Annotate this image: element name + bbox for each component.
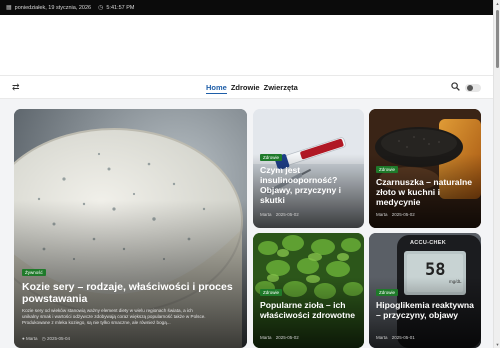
post-card[interactable]: Zdrowie Czym jest insulinooporność? Obja… <box>253 109 364 228</box>
post-title[interactable]: Czarnuszka – naturalne złoto w kuchni i … <box>376 177 480 208</box>
featured-post-title[interactable]: Kozie sery – rodzaje, właściwości i proc… <box>22 281 237 305</box>
post-title[interactable]: Hipoglikemia reaktywna – przyczyny, obja… <box>376 300 480 321</box>
scrollbar-thumb[interactable] <box>496 10 499 68</box>
excerpt-line: Produkowane z mleka koziego, są nie tylk… <box>22 320 171 326</box>
calendar-icon: ▦ <box>6 5 12 11</box>
post-date: 2025-05-04 <box>46 336 70 341</box>
category-badge[interactable]: Zdrowie <box>376 166 399 173</box>
main-navigation: ⇄ Home Zdrowie Zwierzęta <box>0 75 493 99</box>
post-date: 2025-05-02 <box>275 212 299 217</box>
page-scrollbar[interactable]: ▲ ▼ <box>493 0 500 348</box>
post-meta: Marta 2025-05-01 <box>376 335 415 340</box>
category-badge[interactable]: Zdrowie <box>376 289 399 296</box>
category-badge[interactable]: Zdrowie <box>260 289 283 296</box>
category-badge[interactable]: Zdrowie <box>260 154 283 161</box>
clock-icon: ◷ <box>41 336 46 341</box>
nav-item-home[interactable]: Home <box>206 83 227 94</box>
post-meta: Marta 2025-05-02 <box>260 335 299 340</box>
post-date: 2025-05-01 <box>391 335 415 340</box>
post-author[interactable]: Marta <box>376 212 388 217</box>
post-author[interactable]: Marta <box>260 335 272 340</box>
post-title[interactable]: Popularne zioła – ich właściwości zdrowo… <box>260 300 364 321</box>
shuffle-icon[interactable]: ⇄ <box>12 82 20 93</box>
post-author[interactable]: Marta <box>260 212 272 217</box>
nav-menu: Home Zdrowie Zwierzęta <box>206 83 298 94</box>
post-author[interactable]: Marta <box>376 335 388 340</box>
post-date: 2025-05-02 <box>275 335 299 340</box>
category-badge[interactable]: Żywność <box>22 269 46 276</box>
featured-post-meta: ● Marta ◷ 2025-05-04 <box>22 336 70 342</box>
scroll-down-arrow[interactable]: ▼ <box>495 342 500 347</box>
post-date: 2025-05-02 <box>391 212 415 217</box>
scroll-up-arrow[interactable]: ▲ <box>495 1 500 6</box>
glucometer-brand: ACCU-CHEK <box>410 240 447 246</box>
nav-item-zdrowie[interactable]: Zdrowie <box>231 83 260 94</box>
top-bar-time: 5:41:57 PM <box>106 4 135 11</box>
featured-post-card[interactable]: Żywność Kozie sery – rodzaje, właściwośc… <box>14 109 247 348</box>
featured-post-excerpt: Kozie sery od wieków stanowią ważny elem… <box>22 308 247 327</box>
clock-icon: ◷ <box>98 5 104 11</box>
top-bar-date: poniedziałek, 19 stycznia, 2026 <box>14 4 92 11</box>
post-author[interactable]: Marta <box>26 336 38 341</box>
post-meta: Marta 2025-05-02 <box>260 212 299 217</box>
post-title[interactable]: Czym jest insulinooporność? Objawy, przy… <box>260 165 360 206</box>
site-header <box>0 15 493 75</box>
post-card[interactable]: Zdrowie Popularne zioła – ich właściwośc… <box>253 233 364 348</box>
dark-mode-toggle[interactable] <box>465 84 481 92</box>
top-bar: ▦ poniedziałek, 19 stycznia, 2026 ◷ 5:41… <box>0 0 493 15</box>
user-icon: ● <box>22 336 25 341</box>
post-card[interactable]: ACCU-CHEK 58 mg/dL Zdrowie Hipoglikemia … <box>369 233 481 348</box>
post-meta: Marta 2025-05-02 <box>376 212 415 217</box>
search-icon[interactable] <box>451 82 460 91</box>
nav-item-zwierzeta[interactable]: Zwierzęta <box>264 83 298 94</box>
toggle-knob <box>467 85 473 91</box>
post-card[interactable]: Zdrowie Czarnuszka – naturalne złoto w k… <box>369 109 481 228</box>
